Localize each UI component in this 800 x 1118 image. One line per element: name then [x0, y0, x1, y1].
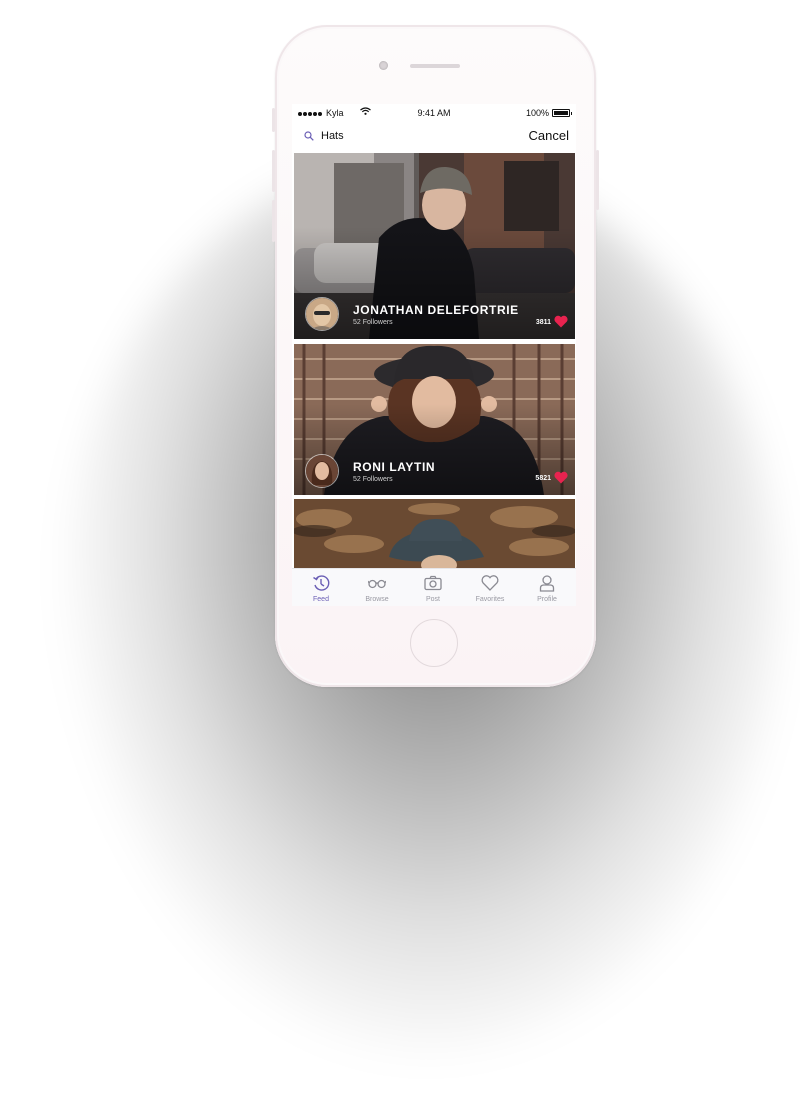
card-gradient	[294, 404, 575, 495]
home-button[interactable]	[410, 619, 458, 667]
app-screen: Kyla 9:41 AM 100% Cancel	[292, 104, 576, 606]
earpiece-speaker	[410, 64, 460, 68]
feed-photo	[294, 499, 575, 568]
tab-label: Browse	[365, 596, 389, 603]
likes-count: 5821	[535, 475, 551, 482]
followers-count: 52 Followers	[353, 319, 393, 326]
heart-icon[interactable]	[554, 315, 568, 328]
likes-count: 3811	[535, 319, 551, 326]
feed-card[interactable]: JONATHAN DELEFORTRIE 52 Followers 3811	[294, 153, 575, 339]
camera-icon	[424, 575, 442, 591]
heart-icon	[481, 575, 499, 591]
front-camera	[379, 61, 388, 70]
user-name[interactable]: RONI LAYTIN	[353, 460, 435, 474]
glasses-icon	[368, 579, 386, 589]
search-bar: Cancel	[292, 124, 576, 152]
tab-favorites[interactable]: Favorites	[462, 569, 518, 606]
avatar[interactable]	[305, 297, 339, 331]
power-button	[596, 150, 599, 210]
feed-card[interactable]	[294, 499, 575, 568]
search-input[interactable]	[321, 130, 441, 142]
tab-label: Feed	[313, 596, 329, 603]
feed-card[interactable]: RONI LAYTIN 52 Followers 5821	[294, 344, 575, 495]
volume-down-button	[272, 200, 275, 242]
volume-up-button	[272, 150, 275, 192]
tab-label: Post	[425, 596, 440, 603]
tab-profile[interactable]: Profile	[519, 569, 575, 606]
followers-count: 52 Followers	[353, 476, 393, 483]
tab-browse[interactable]: Browse	[349, 569, 405, 606]
cancel-button[interactable]: Cancel	[529, 128, 569, 143]
feed-icon	[313, 575, 330, 591]
heart-icon[interactable]	[554, 471, 568, 484]
mute-switch	[272, 108, 275, 132]
search-icon	[304, 131, 314, 141]
battery-icon	[552, 109, 572, 117]
avatar[interactable]	[305, 454, 339, 488]
battery-percent: 100%	[525, 108, 549, 118]
user-name[interactable]: JONATHAN DELEFORTRIE	[353, 303, 519, 317]
tab-bar: Feed Browse Post Favorites Profile	[292, 568, 576, 606]
tab-post[interactable]: Post	[405, 569, 461, 606]
tab-label: Favorites	[475, 596, 505, 603]
tab-feed[interactable]: Feed	[293, 569, 349, 606]
tab-label: Profile	[537, 596, 557, 603]
battery-group: 100%	[525, 108, 572, 118]
person-icon	[539, 575, 555, 592]
status-bar: Kyla 9:41 AM 100%	[292, 104, 576, 122]
